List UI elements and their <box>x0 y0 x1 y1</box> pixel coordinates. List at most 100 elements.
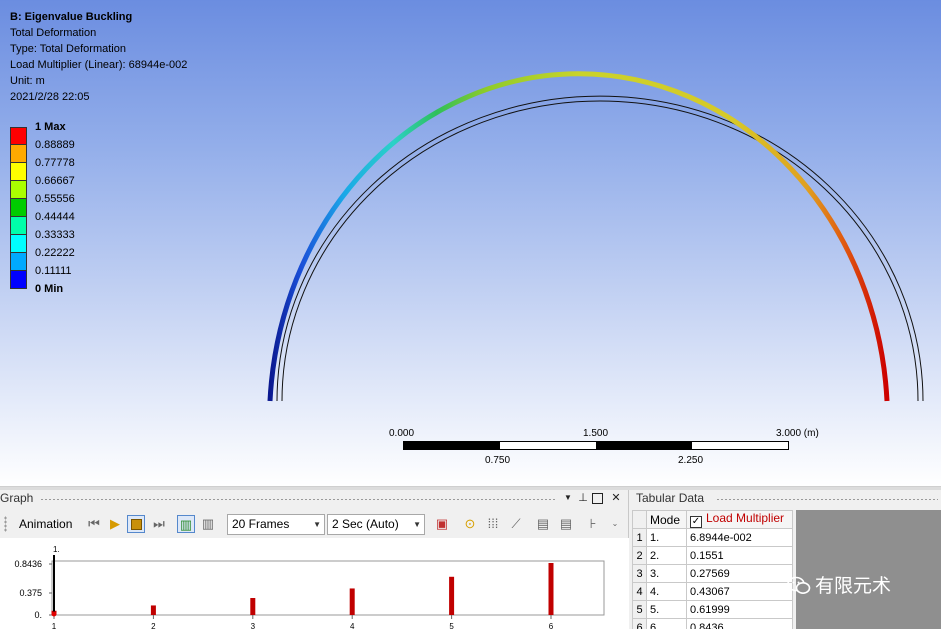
x-tick-label: 2 <box>151 622 156 629</box>
tabular-table[interactable]: Mode ✓ Load Multiplier 1 1. 6.8944e-002 2… <box>632 510 793 629</box>
export-video-icon[interactable]: ▣ <box>433 515 451 533</box>
overflow-chevron-icon[interactable]: ⌄ <box>610 515 620 533</box>
close-icon[interactable]: ✕ <box>609 491 623 505</box>
table-row[interactable]: 3 3. 0.27569 <box>632 564 793 583</box>
x-tick-label: 4 <box>350 622 355 629</box>
chart-svg: 0.8436 0.375 0. 1 2 3 4 5 6 1. <box>14 545 605 629</box>
graph-header: Graph ▼ ⊥ ✕ <box>0 490 628 508</box>
animation-toolbar: Animation ⏮ ▶ ⏭ ▥ ▥ 20 Frames ▼ 2 Sec (A… <box>0 512 629 536</box>
result-frames-icon[interactable]: ▥ <box>199 515 217 533</box>
value-cell[interactable]: 0.1551 <box>686 546 793 565</box>
value-cell[interactable]: 0.61999 <box>686 600 793 619</box>
mode-cell[interactable]: 2. <box>646 546 687 565</box>
paste-cells-icon[interactable]: ▤ <box>557 515 575 533</box>
checkbox-icon[interactable]: ✓ <box>690 516 702 528</box>
column-header-mode[interactable]: Mode <box>646 510 687 529</box>
tabular-data-panel: Tabular Data Mode ✓ Load Multiplier 1 1. … <box>632 490 941 629</box>
wechat-icon <box>787 576 811 594</box>
watermark-text: 有限元术 <box>815 576 892 597</box>
zoom-fit-icon[interactable]: ⊙ <box>461 515 479 533</box>
ruler-icon[interactable]: ⟋ <box>507 515 525 533</box>
graph-panel: Graph ▼ ⊥ ✕ Animation ⏮ ▶ ⏭ ▥ ▥ 20 Frame… <box>0 490 629 629</box>
x-tick-label: 6 <box>549 622 554 629</box>
empty-table-area <box>796 510 941 629</box>
row-index: 5 <box>632 600 647 619</box>
scale-segment <box>596 442 692 449</box>
bar <box>250 598 256 615</box>
pin-icon[interactable]: ⊥ <box>576 491 590 505</box>
scale-bar-track <box>403 441 789 450</box>
chevron-down-icon: ▼ <box>413 520 421 529</box>
corner-cell <box>632 510 647 529</box>
mode-cell[interactable]: 5. <box>646 600 687 619</box>
animation-label: Animation <box>19 517 73 531</box>
stop-icon[interactable] <box>127 515 145 533</box>
graphics-viewport[interactable]: B: Eigenvalue Buckling Total Deformation… <box>0 0 941 486</box>
scale-label: 2.250 <box>678 455 704 466</box>
scale-bar: 0.000 1.500 3.000 (m) 0.750 2.250 <box>388 428 828 468</box>
plot-frame <box>51 560 605 616</box>
value-cell[interactable]: 0.8436 <box>686 618 793 629</box>
scale-segment <box>404 442 500 449</box>
y-tick-label: 0. <box>34 610 42 620</box>
chevron-down-icon[interactable]: ▼ <box>561 491 575 505</box>
play-icon[interactable]: ▶ <box>106 515 124 533</box>
mode-cell[interactable]: 3. <box>646 564 687 583</box>
table-row[interactable]: 4 4. 0.43067 <box>632 582 793 601</box>
bar <box>349 588 355 615</box>
chart-options-icon[interactable]: ⊦ <box>584 515 602 533</box>
tabular-title: Tabular Data <box>636 491 705 505</box>
frames-value: 20 Frames <box>232 517 290 531</box>
row-index: 4 <box>632 582 647 601</box>
grip-dots <box>4 516 7 532</box>
row-index: 3 <box>632 564 647 583</box>
graph-title: Graph <box>0 491 34 505</box>
ansys-window: B: Eigenvalue Buckling Total Deformation… <box>0 0 941 629</box>
skip-back-icon[interactable]: ⏮ <box>85 515 103 533</box>
copy-cells-icon[interactable]: ▤ <box>534 515 552 533</box>
cursor-label: 1. <box>53 545 60 554</box>
table-row[interactable]: 1 1. 6.8944e-002 <box>632 528 793 547</box>
x-tick-label: 3 <box>251 622 256 629</box>
row-index: 1 <box>632 528 647 547</box>
tabular-header: Tabular Data <box>632 490 941 508</box>
table-header-row: Mode ✓ Load Multiplier <box>632 510 793 529</box>
mode-cell[interactable]: 4. <box>646 582 687 601</box>
scale-label: 0.750 <box>485 455 511 466</box>
skip-forward-icon[interactable]: ⏭ <box>150 515 168 533</box>
table-row[interactable]: 6 6. 0.8436 <box>632 618 793 629</box>
scale-label: 3.000 (m) <box>776 428 819 439</box>
value-cell[interactable]: 0.27569 <box>686 564 793 583</box>
y-tick-label: 0.375 <box>19 588 42 598</box>
column-header-label: Load Multiplier <box>706 511 785 525</box>
arch-model[interactable] <box>0 0 941 486</box>
x-tick-label: 1 <box>52 622 57 629</box>
bar <box>449 576 455 615</box>
value-cell[interactable]: 0.43067 <box>686 582 793 601</box>
row-index: 6 <box>632 618 647 629</box>
bar <box>548 563 554 615</box>
table-row[interactable]: 2 2. 0.1551 <box>632 546 793 565</box>
row-index: 2 <box>632 546 647 565</box>
frames-select[interactable]: 20 Frames ▼ <box>227 514 325 535</box>
distributed-frames-icon[interactable]: ▥ <box>177 515 195 533</box>
chevron-down-icon: ▼ <box>313 520 321 529</box>
frame-marker <box>51 611 57 617</box>
select-all-icon[interactable]: ⁞⁞⁞ <box>484 515 502 533</box>
scale-label: 1.500 <box>583 428 609 439</box>
mode-cell[interactable]: 1. <box>646 528 687 547</box>
grip-dots <box>40 498 556 501</box>
maximize-icon[interactable] <box>592 493 603 504</box>
duration-value: 2 Sec (Auto) <box>332 517 399 531</box>
bar <box>150 605 156 615</box>
scale-label: 0.000 <box>389 428 415 439</box>
bar-chart[interactable]: 0.8436 0.375 0. 1 2 3 4 5 6 1. <box>0 538 629 629</box>
watermark: 有限元术 <box>787 571 891 598</box>
duration-select[interactable]: 2 Sec (Auto) ▼ <box>327 514 425 535</box>
column-header-load-multiplier[interactable]: ✓ Load Multiplier <box>686 510 793 529</box>
value-cell[interactable]: 6.8944e-002 <box>686 528 793 547</box>
x-tick-label: 5 <box>449 622 454 629</box>
mode-cell[interactable]: 6. <box>646 618 687 629</box>
table-row[interactable]: 5 5. 0.61999 <box>632 600 793 619</box>
grip-dots <box>716 498 938 501</box>
